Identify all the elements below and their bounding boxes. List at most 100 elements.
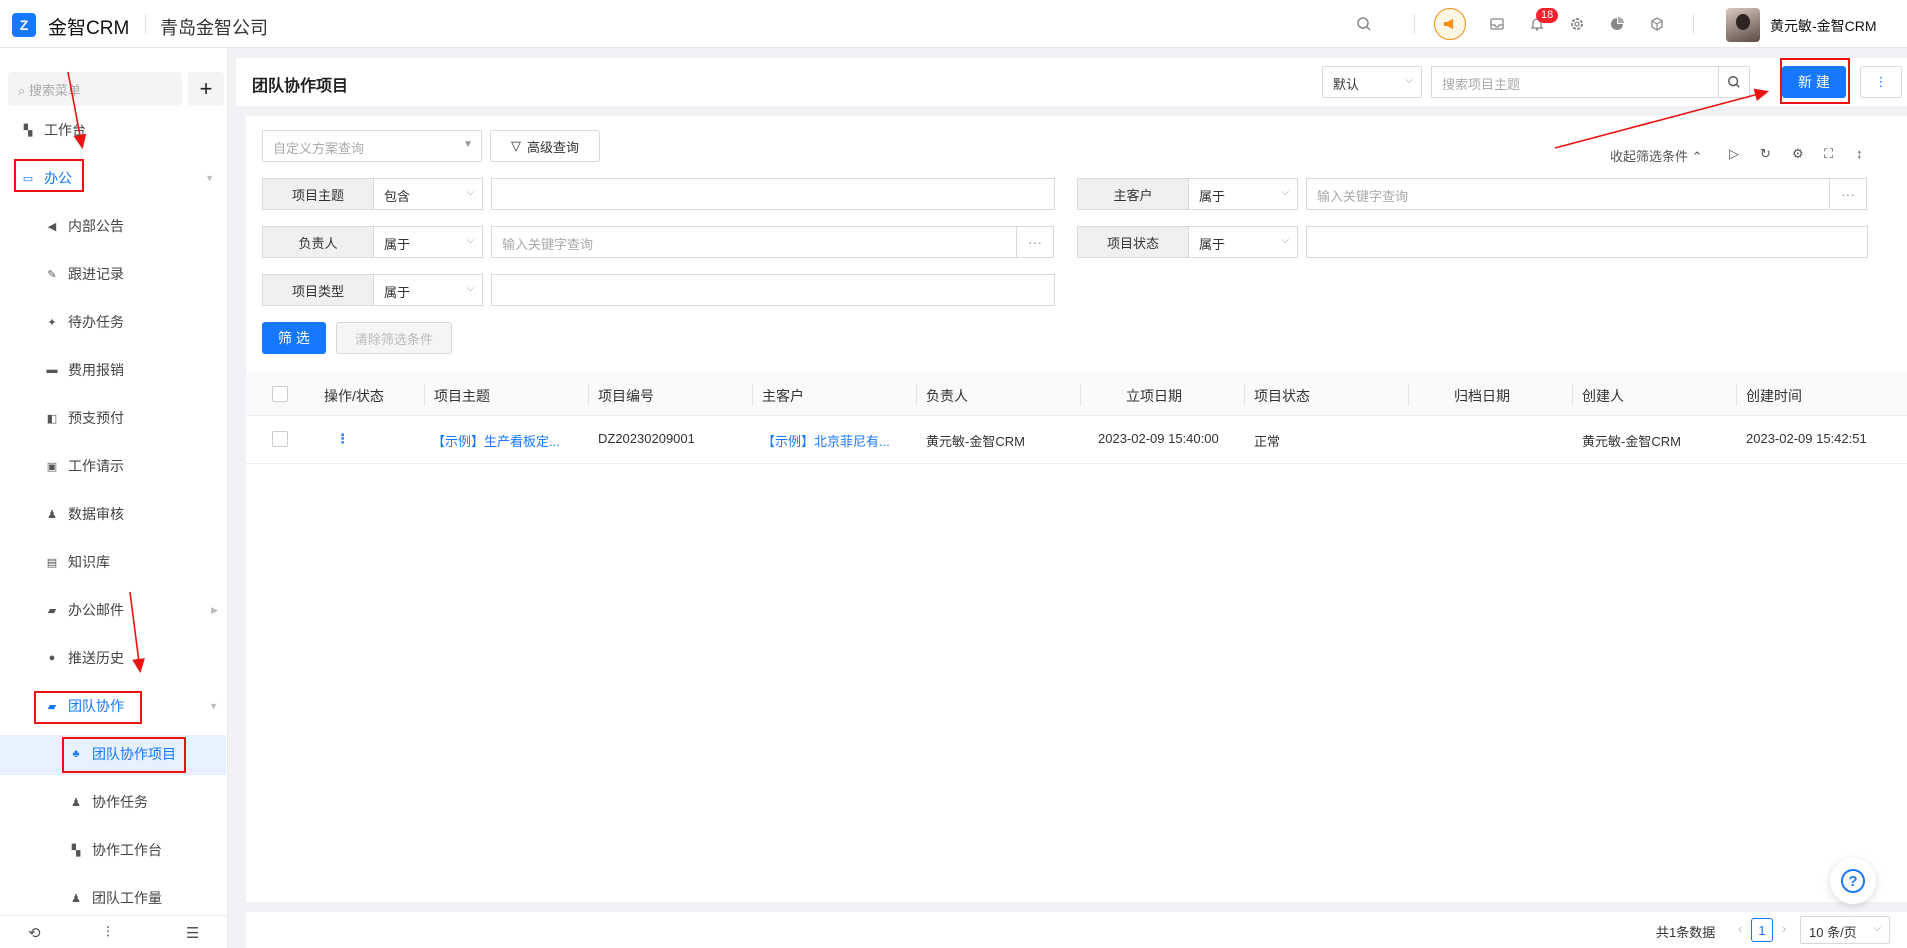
column-divider[interactable] <box>916 384 917 406</box>
sidebar-item-request[interactable]: ▣ 工作请示 <box>44 456 124 476</box>
column-header[interactable]: 负责人 <box>926 386 968 406</box>
card-icon: ▬ <box>46 364 58 376</box>
gear-icon[interactable] <box>1566 13 1588 35</box>
sidebar-item-team-task[interactable]: ♟ 协作任务 <box>68 792 148 812</box>
column-divider[interactable] <box>1736 384 1737 406</box>
row-action-menu[interactable]: ⋮ <box>336 431 349 447</box>
column-header[interactable]: 项目主题 <box>434 386 490 406</box>
column-divider[interactable] <box>1408 384 1409 406</box>
prev-page-icon[interactable]: ‹ <box>1738 921 1742 936</box>
sidebar-item-audit[interactable]: ♟ 数据审核 <box>44 504 124 524</box>
sidebar-item-followup[interactable]: ✎ 跟进记录 <box>44 264 124 284</box>
sidebar-item-expense[interactable]: ▬ 费用报销 <box>44 360 125 380</box>
pie-chart-icon[interactable] <box>1606 13 1628 35</box>
dashboard-icon: ▚ <box>71 844 81 857</box>
filter-op-status[interactable]: 属于 ⌵ <box>1188 226 1298 258</box>
column-divider[interactable] <box>1572 384 1573 406</box>
filter-op-subject[interactable]: 包含 ⌵ <box>373 178 483 210</box>
column-divider[interactable] <box>588 384 589 406</box>
history-icon[interactable]: ⟲ <box>28 924 41 942</box>
filter-input-type[interactable] <box>491 274 1055 306</box>
project-search-input[interactable]: 搜索项目主题 <box>1431 66 1719 98</box>
sidebar-footer: ⟲ ⫶ ☰ <box>0 915 226 948</box>
row-checkbox[interactable] <box>272 431 288 447</box>
sidebar-item-advance[interactable]: ◧ 预支预付 <box>44 408 124 428</box>
filter-input-subject[interactable] <box>491 178 1055 210</box>
filter-op-owner[interactable]: 属于 ⌵ <box>373 226 483 258</box>
fullscreen-icon[interactable]: ⛶ <box>1824 146 1833 162</box>
play-icon[interactable]: ▷ <box>1729 146 1739 162</box>
menu-search-input[interactable]: ⌕ 搜索菜单 <box>8 72 182 106</box>
sidebar-item-mail[interactable]: ▰ 办公邮件 ▶ <box>44 600 224 620</box>
scheme-select[interactable]: 自定义方案查询 ▼ <box>262 130 482 162</box>
sidebar-item-workbench[interactable]: ▚ 工作台 <box>20 120 86 140</box>
row-height-icon[interactable]: ↕ <box>1856 146 1863 161</box>
refresh-icon[interactable]: ↻ <box>1760 146 1771 162</box>
column-divider[interactable] <box>752 384 753 406</box>
filter-op-value: 属于 <box>1199 237 1226 252</box>
project-subject-link[interactable]: 【示例】生产看板定... <box>432 431 582 450</box>
sidebar-item-push-history[interactable]: ● 推送历史 <box>44 648 124 668</box>
add-menu-button[interactable]: + <box>188 72 224 106</box>
chevron-down-icon: ⌵ <box>466 187 474 198</box>
column-header[interactable]: 归档日期 <box>1454 386 1510 406</box>
column-header[interactable]: 创建人 <box>1582 386 1624 406</box>
chevron-down-icon: ⌵ <box>1405 75 1413 86</box>
column-header[interactable]: 创建时间 <box>1746 386 1802 406</box>
column-header[interactable]: 立项日期 <box>1126 386 1182 406</box>
page-number-button[interactable]: 1 <box>1751 918 1773 942</box>
owner-picker-button[interactable]: ··· <box>1016 226 1054 258</box>
sidebar-item-label: 数据审核 <box>68 506 124 522</box>
column-header[interactable]: 项目编号 <box>598 386 654 406</box>
column-divider[interactable] <box>1080 384 1081 406</box>
collapse-menu-icon[interactable]: ☰ <box>186 924 199 942</box>
search-placeholder: 搜索菜单 <box>28 83 81 98</box>
filter-icon: ▽ <box>510 138 521 153</box>
pin-icon: ✦ <box>47 316 57 329</box>
chevron-down-icon: ⌵ <box>466 235 474 246</box>
chevron-down-icon: ▼ <box>209 701 218 711</box>
sidebar-item-knowledge[interactable]: ▤ 知识库 <box>44 552 110 572</box>
sliders-icon[interactable]: ⫶ <box>106 924 110 941</box>
search-icon: ⌕ <box>18 83 29 98</box>
search-button[interactable] <box>1718 66 1750 98</box>
settings-icon[interactable]: ⚙ <box>1792 146 1804 162</box>
project-table: 操作/状态 项目主题 项目编号 主客户 负责人 立项日期 项目状态 归档日期 创… <box>246 372 1907 902</box>
sidebar-item-label: 推送历史 <box>68 650 124 666</box>
sidebar-item-announcement[interactable]: ◀ 内部公告 <box>44 216 124 236</box>
advanced-search-button[interactable]: ▽ 高级查询 <box>490 130 600 162</box>
sidebar-item-team-workbench[interactable]: ▚ 协作工作台 <box>68 840 162 860</box>
select-all-checkbox[interactable] <box>272 386 288 402</box>
sidebar-item-label: 办公邮件 <box>68 602 124 618</box>
filter-input-customer[interactable]: 输入关键字查询 <box>1306 178 1830 210</box>
avatar[interactable] <box>1726 8 1760 42</box>
column-divider[interactable] <box>424 384 425 406</box>
help-button[interactable]: ? <box>1830 858 1876 904</box>
next-page-icon[interactable]: › <box>1782 921 1786 936</box>
column-header[interactable]: 操作/状态 <box>324 386 384 406</box>
customer-link[interactable]: 【示例】北京菲尼有... <box>762 431 912 450</box>
column-header[interactable]: 项目状态 <box>1254 386 1310 406</box>
collapse-filter-toggle[interactable]: 收起筛选条件 ⌃ <box>1610 146 1703 165</box>
search-icon[interactable] <box>1353 13 1375 35</box>
view-select[interactable]: 默认 ⌵ <box>1322 66 1422 98</box>
cube-icon[interactable] <box>1646 13 1668 35</box>
filter-op-customer[interactable]: 属于 ⌵ <box>1188 178 1298 210</box>
column-divider[interactable] <box>1244 384 1245 406</box>
sidebar-item-team-workload[interactable]: ♟ 团队工作量 <box>68 888 162 908</box>
customer-picker-button[interactable]: ··· <box>1829 178 1867 210</box>
column-header[interactable]: 主客户 <box>762 386 804 406</box>
filter-input-status[interactable] <box>1306 226 1868 258</box>
page-size-select[interactable]: 10 条/页 ⌵ <box>1800 916 1890 944</box>
sidebar-item-label: 待办任务 <box>68 314 124 330</box>
table-row[interactable]: ⋮ 【示例】生产看板定... DZ20230209001 【示例】北京菲尼有..… <box>246 416 1907 464</box>
filter-input-owner[interactable]: 输入关键字查询 <box>491 226 1017 258</box>
inbox-icon[interactable] <box>1486 13 1508 35</box>
more-options-button[interactable]: ⋮ <box>1860 66 1902 98</box>
apply-filter-button[interactable]: 筛 选 <box>262 322 326 354</box>
filter-op-type[interactable]: 属于 ⌵ <box>373 274 483 306</box>
megaphone-icon[interactable] <box>1434 8 1466 40</box>
clear-filter-button[interactable]: 清除筛选条件 <box>336 322 452 354</box>
sidebar-item-todo[interactable]: ✦ 待办任务 <box>44 312 124 332</box>
username[interactable]: 黄元敏-金智CRM <box>1770 16 1877 36</box>
